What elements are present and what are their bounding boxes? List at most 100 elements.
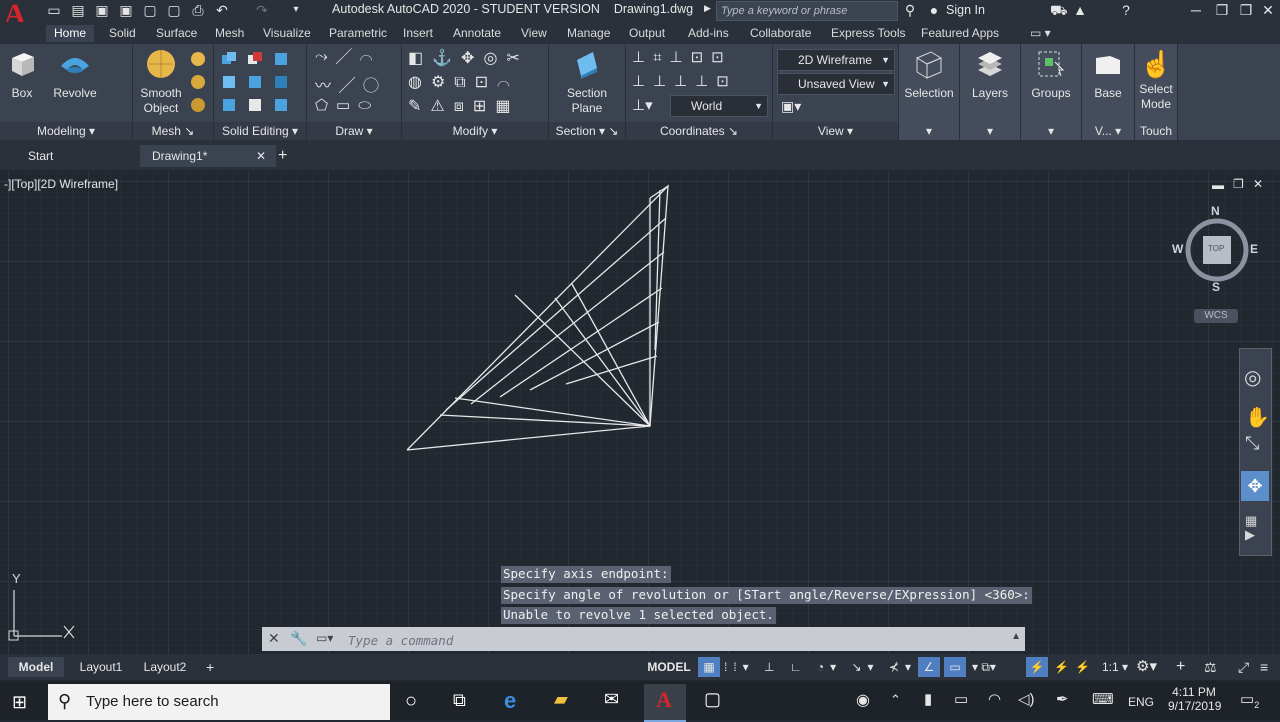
shell-icon[interactable] — [220, 96, 238, 114]
viewport-config-icon[interactable]: ▣▾ — [781, 98, 801, 115]
cortana-icon[interactable]: ○ — [405, 690, 417, 713]
draw-tools-row-3[interactable]: ⬠▭⬭ — [315, 96, 379, 114]
orbit-icon[interactable]: ✥ — [1241, 471, 1269, 501]
microphone-icon[interactable]: ▮ — [924, 690, 932, 708]
workspace-gear-icon[interactable]: ⚙▾ — [1136, 657, 1157, 677]
base-button[interactable]: Base — [1084, 48, 1132, 101]
file-explorer-icon[interactable]: ▰ — [554, 689, 568, 710]
sign-in-link[interactable]: Sign In — [946, 3, 985, 17]
box-button[interactable]: Box — [4, 48, 40, 101]
layout-tab-layout1[interactable]: Layout1 — [72, 657, 130, 677]
help-search-field[interactable] — [716, 1, 899, 21]
tab-output[interactable]: Output — [629, 25, 665, 42]
layers-panel-title[interactable]: ▾ — [960, 122, 1020, 140]
mesh-panel-title[interactable]: Mesh ↘ — [133, 122, 213, 140]
help-tray-icon[interactable]: ◉ — [856, 690, 870, 710]
restore-window-icon[interactable]: ❐ — [1214, 2, 1230, 18]
tab-manage[interactable]: Manage — [567, 25, 610, 42]
fillet-edge-icon[interactable] — [246, 96, 264, 114]
groups-panel-title[interactable]: ▾ — [1021, 122, 1081, 140]
edge-browser-icon[interactable]: e — [504, 688, 516, 714]
redo-icon[interactable]: ↷ — [254, 2, 270, 18]
coordinates-tools-row-2[interactable]: ⊥⊥⊥⊥⊡ — [632, 72, 737, 90]
viewcube[interactable]: N S E W TOP — [1172, 204, 1262, 294]
taper-faces-icon[interactable] — [272, 96, 290, 114]
solid-editing-panel-title[interactable]: Solid Editing ▾ — [214, 122, 306, 140]
annotation-scale-icons[interactable]: ⚡⚡ — [1054, 657, 1096, 677]
battery-icon[interactable]: ▭ — [954, 690, 968, 708]
tab-featured-apps[interactable]: Featured Apps — [921, 25, 999, 42]
add-layout-plus-icon[interactable]: + — [206, 657, 214, 677]
selection-cycling-icon[interactable]: ▭ — [944, 657, 966, 677]
recent-commands-icon[interactable]: ▭▾ — [316, 631, 333, 645]
mesh-crease-icon[interactable] — [189, 73, 207, 91]
viewcube-south[interactable]: S — [1212, 280, 1220, 294]
layout-tab-model[interactable]: Model — [8, 657, 64, 677]
modify-panel-title[interactable]: Modify ▾ — [402, 122, 548, 140]
selection-button[interactable]: Selection — [903, 48, 955, 101]
tab-collaborate[interactable]: Collaborate — [750, 25, 811, 42]
tab-surface[interactable]: Surface — [156, 25, 197, 42]
plot-icon[interactable]: ⎙ — [190, 2, 206, 18]
draw-tools-row-2[interactable]: 〰╱◯ — [315, 72, 387, 96]
customization-menu-icon[interactable]: ≡ — [1260, 657, 1268, 677]
action-center-icon[interactable]: ▭2 — [1240, 690, 1259, 710]
command-history-toggle-icon[interactable]: ▲ — [1011, 631, 1021, 642]
wifi-icon[interactable]: ◠ — [988, 690, 1001, 708]
taskbar-autocad-app[interactable]: A — [644, 684, 686, 722]
task-view-icon[interactable]: ⧉ — [453, 690, 466, 711]
touch-panel-title[interactable]: Touch — [1135, 122, 1177, 140]
title-arrow-icon[interactable]: ▶ — [704, 3, 711, 14]
qat-dropdown-icon[interactable]: ▾ — [288, 2, 304, 18]
mail-icon[interactable]: ✉ — [604, 689, 619, 710]
tab-express-tools[interactable]: Express Tools — [831, 25, 905, 42]
model-space-button[interactable]: MODEL — [646, 657, 692, 677]
viewcube-east[interactable]: E — [1250, 242, 1258, 256]
zoom-extents-icon[interactable]: ⤡ — [1245, 433, 1259, 454]
show-hidden-icons-icon[interactable]: ⌃ — [890, 692, 901, 708]
language-indicator[interactable]: ENG — [1128, 695, 1154, 709]
named-view-dropdown[interactable]: Unsaved View ▼ — [777, 73, 895, 95]
intersect-icon[interactable] — [220, 73, 238, 91]
grid-toggle-icon[interactable]: ▦ — [698, 657, 720, 677]
tab-parametric[interactable]: Parametric — [329, 25, 387, 42]
object-snap-dropdown-icon[interactable]: ▾ ⧉▾ — [972, 657, 996, 677]
save-web-icon[interactable]: ▢ — [166, 2, 182, 18]
extract-edges-icon[interactable] — [246, 73, 264, 91]
coordinates-tools-row-1[interactable]: ⊥⌗⊥⊡⊡ — [632, 48, 732, 66]
tab-home[interactable]: Home — [46, 25, 95, 42]
smooth-object-button[interactable]: Smooth Object — [137, 48, 185, 116]
open-web-icon[interactable]: ▢ — [142, 2, 158, 18]
new-tab-plus-icon[interactable]: + — [266, 145, 298, 167]
union-icon[interactable] — [220, 50, 238, 68]
new-file-icon[interactable]: ▭ — [46, 2, 62, 18]
pen-ink-icon[interactable]: ✒ — [1056, 690, 1069, 708]
section-plane-button[interactable]: Section Plane — [559, 48, 615, 116]
autodesk-a360-icon[interactable]: ▲ — [1072, 2, 1088, 18]
mesh-split-icon[interactable] — [189, 96, 207, 114]
section-panel-title[interactable]: Section ▾ ↘ — [549, 122, 625, 140]
user-icon[interactable]: ● — [926, 2, 942, 18]
customize-wrench-icon[interactable]: 🔧 — [290, 630, 307, 647]
close-command-line-icon[interactable]: ✕ — [268, 630, 280, 647]
restore-window-2-icon[interactable]: ❐ — [1238, 2, 1254, 18]
annotation-visibility-icon[interactable]: ⚡ — [1026, 657, 1048, 677]
volume-icon[interactable]: ◁) — [1018, 690, 1035, 708]
tab-add-ins[interactable]: Add-ins — [688, 25, 729, 42]
taskbar-app-window-icon[interactable]: ▢ — [704, 689, 721, 710]
doc-tab-start[interactable]: Start — [16, 145, 148, 167]
selection-panel-title[interactable]: ▾ — [899, 122, 959, 140]
pan-hand-icon[interactable]: ✋ — [1245, 405, 1270, 430]
windows-start-icon[interactable]: ⊞ — [12, 692, 27, 713]
taskbar-search-box[interactable]: ⚲ Type here to search — [48, 684, 390, 720]
osnap-tracking-icon[interactable]: ∠ — [918, 657, 940, 677]
slice-icon[interactable] — [272, 50, 290, 68]
clean-screen-icon[interactable]: ⤢ — [1238, 657, 1249, 677]
command-input[interactable] — [346, 630, 990, 650]
clock[interactable]: 4:11 PM 9/17/2019 — [1168, 685, 1221, 713]
ribbon-options-icon[interactable]: ▭ ▾ — [1030, 25, 1051, 42]
subtract-icon[interactable] — [246, 50, 264, 68]
help-icon[interactable]: ? — [1118, 2, 1134, 18]
tab-solid[interactable]: Solid — [109, 25, 136, 42]
layers-button[interactable]: Layers — [964, 48, 1016, 101]
